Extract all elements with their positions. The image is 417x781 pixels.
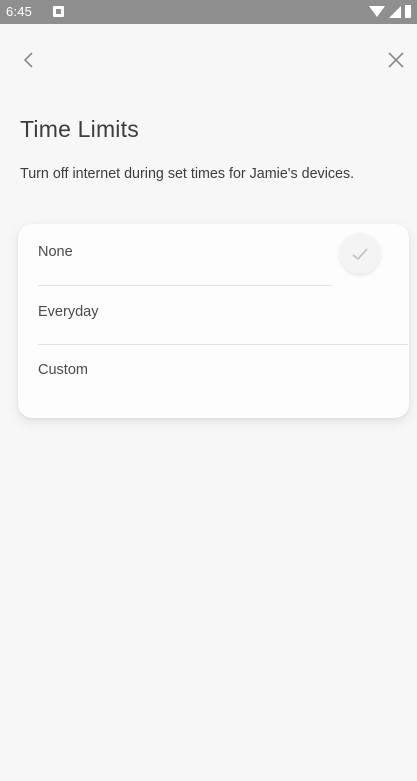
page-title: Time Limits (20, 116, 139, 142)
option-custom[interactable]: Custom (18, 342, 409, 400)
battery-icon (405, 5, 411, 18)
time-limit-options-card: None Everyday Custom (18, 224, 409, 418)
top-nav (0, 40, 417, 80)
chevron-left-icon[interactable] (18, 48, 38, 72)
checkmark-icon (352, 248, 368, 261)
page-description: Turn off internet during set times for J… (20, 166, 355, 182)
wifi-icon (369, 6, 385, 17)
notification-icon (53, 6, 64, 17)
selected-badge (340, 234, 380, 274)
option-everyday[interactable]: Everyday (18, 284, 409, 342)
option-none-label: None (38, 244, 73, 260)
status-time: 6:45 (6, 4, 33, 19)
option-none[interactable]: None (18, 224, 409, 282)
signal-icon (389, 5, 401, 18)
status-icons (369, 5, 411, 18)
close-icon[interactable] (384, 48, 408, 72)
option-custom-label: Custom (38, 362, 88, 378)
status-bar: 6:45 (0, 0, 417, 24)
option-everyday-label: Everyday (38, 304, 99, 320)
